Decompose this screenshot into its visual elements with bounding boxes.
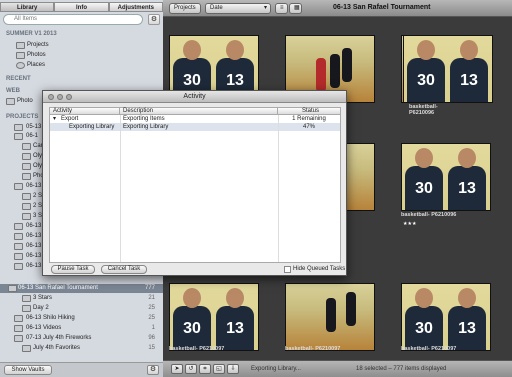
section-projects: PROJECTS [6, 114, 39, 120]
project-item-selected[interactable]: 06-13 San Rafael Tournament 777 [0, 284, 163, 293]
straighten-icon[interactable]: ◱ [213, 364, 225, 374]
column-activity[interactable]: Activity [50, 108, 120, 115]
crop-icon[interactable]: ⌗ [199, 364, 211, 374]
folder-icon [14, 124, 23, 131]
folder-icon [14, 315, 23, 322]
grid-view-icon[interactable]: ▦ [289, 3, 302, 14]
selection-count: 18 selected – 777 items displayed [356, 366, 447, 372]
hide-queued-checkbox[interactable] [284, 266, 291, 273]
album-icon [22, 305, 31, 312]
search-input[interactable]: All Items [3, 14, 143, 25]
list-view-icon[interactable]: ≡ [275, 3, 288, 14]
folder-icon [14, 253, 23, 260]
album-icon [22, 295, 31, 302]
places-icon [16, 62, 25, 69]
folder-icon [14, 223, 23, 230]
album-icon [22, 173, 31, 180]
pointer-tool-icon[interactable]: ➤ [171, 364, 183, 374]
project-icon [8, 285, 17, 292]
photo-caption: basketball- P6210097 [401, 346, 457, 352]
section-recent: RECENT [6, 76, 31, 82]
photo-caption: basketball- P6210097 [285, 346, 341, 352]
column-divider [278, 115, 279, 262]
web-icon [6, 98, 15, 105]
album-item[interactable]: 3 Stars 21 [0, 294, 163, 303]
photo-cell[interactable]: 30 13 basketball- P6210096 [163, 0, 493, 116]
rotate-icon[interactable]: ↺ [185, 364, 197, 374]
table-header: Activity Description Status [49, 107, 341, 115]
column-status[interactable]: Status [278, 108, 340, 115]
photo-cell[interactable]: 30 13 basketball- P6210097 [395, 267, 501, 365]
album-icon [22, 213, 31, 220]
folder-icon [14, 335, 23, 342]
sidebar-footer: Show Vaults ⚙ [0, 362, 163, 377]
section-summer: SUMMER V1 2013 [6, 31, 57, 37]
album-icon [22, 203, 31, 210]
tab-library[interactable]: Library [0, 2, 55, 12]
show-vaults-button[interactable]: Show Vaults [4, 365, 52, 375]
hide-queued-label: Hide Queued Tasks [293, 266, 346, 272]
exporting-status: Exporting Library... [251, 366, 301, 372]
status-bar: ➤ ↺ ⌗ ◱ ⇩ Exporting Library... 18 select… [163, 360, 512, 377]
sidebar-item-projects[interactable]: Projects [0, 41, 163, 50]
album-icon [22, 153, 31, 160]
column-divider [120, 115, 121, 262]
search-row: ⚲ All Items ⚙ [3, 14, 160, 26]
rating-stars: ★★★ [403, 221, 417, 227]
page-title: 06-13 San Rafael Tournament [333, 4, 431, 11]
album-icon [22, 163, 31, 170]
activity-dialog: Activity Activity Description Status ▾ E… [42, 90, 347, 276]
album-item[interactable]: Day 2 25 [0, 304, 163, 313]
sidebar-item-places[interactable]: Places [0, 61, 163, 70]
album-icon [22, 345, 31, 352]
projects-icon [16, 42, 25, 49]
cancel-task-button[interactable]: Cancel Task [101, 265, 147, 274]
photo-cell[interactable]: basketball- P6210097 [279, 267, 385, 365]
project-item[interactable]: 06-13 Videos 1 [0, 324, 163, 333]
gear-icon[interactable]: ⚙ [147, 365, 159, 375]
project-item[interactable]: 06-13 Shilo Hiking 25 [0, 314, 163, 323]
tab-adjustments[interactable]: Adjustments [108, 2, 163, 12]
folder-icon [14, 183, 23, 190]
dialog-title-bar: Activity [43, 91, 346, 103]
zoom-icon[interactable] [66, 94, 72, 100]
folder-icon [14, 233, 23, 240]
disclosure-triangle-icon[interactable]: ▾ [53, 115, 56, 123]
section-web: WEB [6, 88, 20, 94]
minimize-icon[interactable] [57, 94, 63, 100]
folder-icon [14, 243, 23, 250]
photo-caption: basketball- P6210096 [409, 104, 438, 116]
column-description[interactable]: Description [120, 108, 278, 115]
pause-task-button[interactable]: Pause Task [51, 265, 95, 274]
photo-caption: basketball- P6210097 [169, 346, 225, 352]
photo-caption: basketball- P6210096 [401, 212, 457, 218]
folder-icon [14, 133, 23, 140]
photos-icon [16, 52, 25, 59]
project-item[interactable]: 07-13 July 4th Fireworks 96 [0, 334, 163, 343]
lift-icon[interactable]: ⇩ [227, 364, 239, 374]
table-row[interactable]: ▾ Export Exporting Items 1 Remaining [50, 115, 340, 123]
album-icon [22, 193, 31, 200]
dialog-title: Activity [183, 93, 206, 100]
sidebar-item-photos[interactable]: Photos [0, 51, 163, 60]
close-icon[interactable] [48, 94, 54, 100]
folder-icon [14, 263, 23, 270]
tab-info[interactable]: Info [54, 2, 109, 12]
album-item[interactable]: July 4th Favorites 15 [0, 344, 163, 353]
album-icon [22, 143, 31, 150]
activity-table: ▾ Export Exporting Items 1 Remaining Exp… [49, 115, 341, 263]
photo-cell[interactable]: 30 13 ★★★ basketball- P6210096 [395, 125, 501, 227]
folder-icon [14, 325, 23, 332]
table-row[interactable]: Exporting Library Exporting Library 47% [50, 123, 340, 131]
photo-cell[interactable]: 30 13 basketball- P6210097 [163, 267, 269, 365]
gear-icon[interactable]: ⚙ [148, 14, 160, 25]
inspector-tabs: Library Info Adjustments [0, 2, 163, 12]
